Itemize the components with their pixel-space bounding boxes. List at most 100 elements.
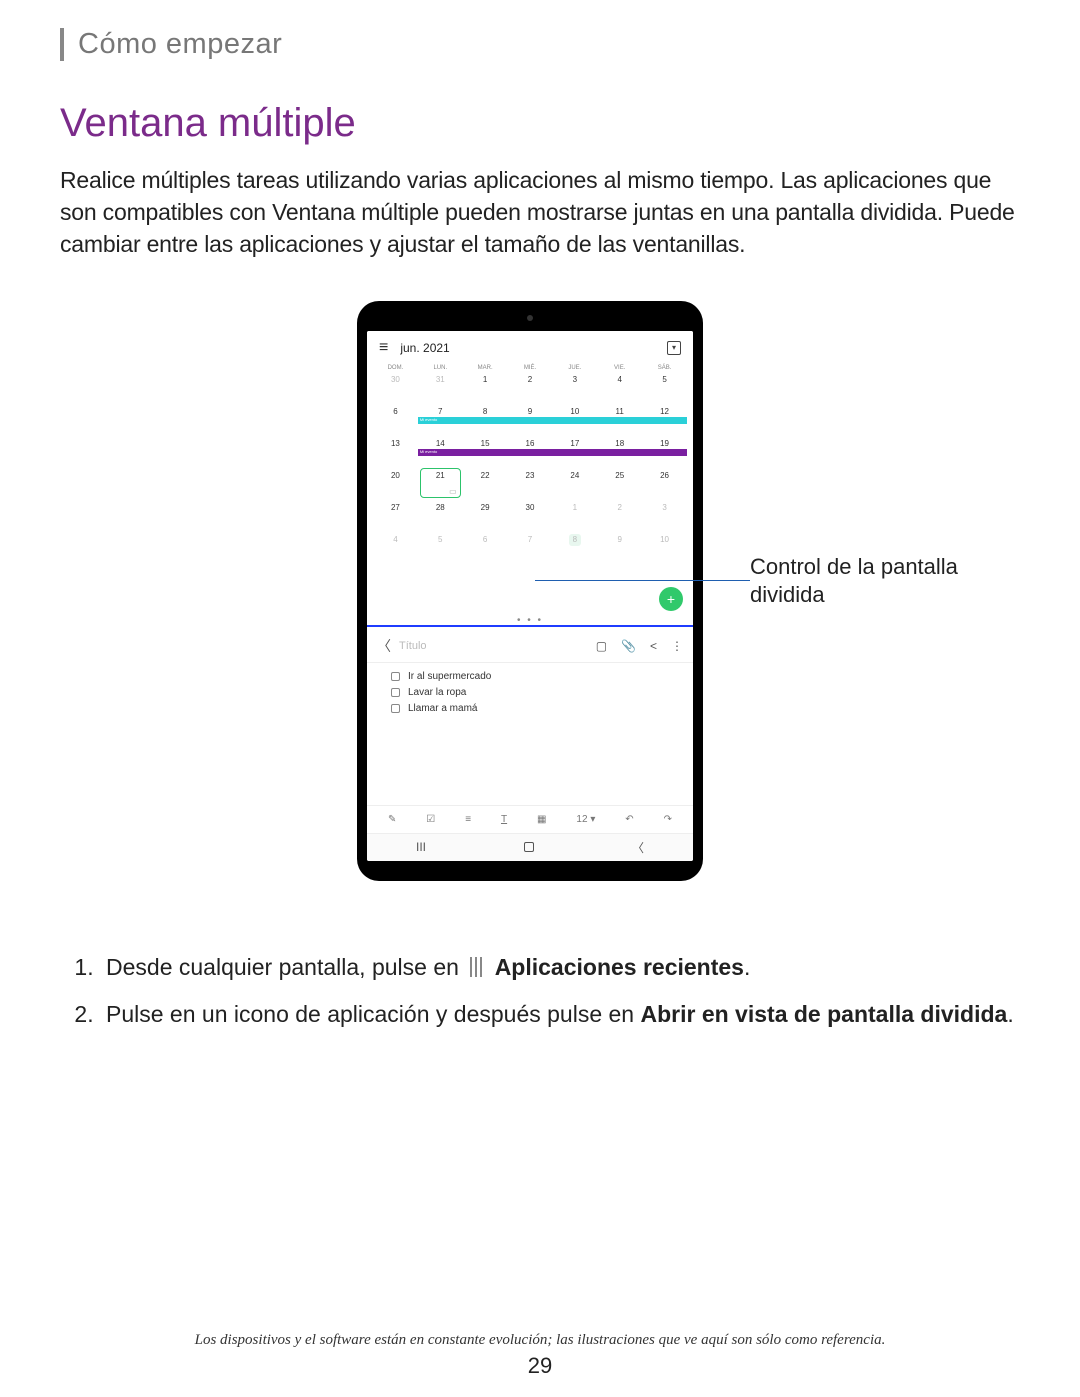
calendar-dow: VIE. <box>597 365 642 371</box>
calendar-cell[interactable]: 10 <box>642 533 687 563</box>
calendar-cell[interactable]: 27 <box>373 501 418 531</box>
calendar-cell[interactable]: 25 <box>597 469 642 499</box>
calendar-dow: LUN. <box>418 365 463 371</box>
checkbox-icon[interactable]: ☑ <box>426 814 435 825</box>
draw-icon[interactable]: ✎ <box>388 814 396 825</box>
calendar-cell[interactable]: 28 <box>418 501 463 531</box>
calendar-dow: SÁB. <box>642 365 687 371</box>
calendar-cell[interactable]: 18 <box>597 437 642 467</box>
tablet-camera <box>527 315 533 321</box>
grid-icon[interactable]: ▦ <box>537 814 546 825</box>
chapter-title: Cómo empezar <box>78 28 282 61</box>
calendar-month[interactable]: jun. 2021 <box>400 341 449 355</box>
calendar-cell[interactable]: 4 <box>597 373 642 403</box>
calendar-dow: DOM. <box>373 365 418 371</box>
calendar-cell[interactable]: 24 <box>552 469 597 499</box>
calendar-cell[interactable]: 31 <box>418 373 463 403</box>
callout-leader <box>535 580 750 582</box>
calendar-dow-row: DOM.LUN.MAR.MIÉ.JUE.VIE.SÁB. <box>367 361 693 373</box>
calendar-cell[interactable]: 5 <box>418 533 463 563</box>
more-icon[interactable]: ⋮ <box>671 639 683 653</box>
calendar-cell[interactable]: 7 <box>508 533 553 563</box>
step-1: Desde cualquier pantalla, pulse en Aplic… <box>100 951 1020 984</box>
calendar-cell[interactable]: 8 <box>552 533 597 563</box>
calendar-cell[interactable]: 15 <box>463 437 508 467</box>
callout-label: Control de la pantalla dividida <box>750 553 1020 610</box>
redo-icon[interactable]: ↷ <box>664 814 672 825</box>
notes-item[interactable]: Ir al supermercado <box>391 671 685 682</box>
calendar-cell[interactable]: 7Mi evento <box>418 405 463 435</box>
hamburger-icon[interactable]: ≡ <box>379 339 388 357</box>
calendar-cell[interactable]: 4 <box>373 533 418 563</box>
calendar-cell[interactable]: 13 <box>373 437 418 467</box>
calendar-cell[interactable]: 23 <box>508 469 553 499</box>
checkbox-icon[interactable] <box>391 688 400 697</box>
intro-paragraph: Realice múltiples tareas utilizando vari… <box>60 164 1020 261</box>
calendar-cell[interactable]: 16 <box>508 437 553 467</box>
calendar-cell[interactable]: 8 <box>463 405 508 435</box>
calendar-cell[interactable]: 19 <box>642 437 687 467</box>
calendar-cell[interactable]: 30 <box>373 373 418 403</box>
calendar-header: ≡ jun. 2021 ▾ <box>367 331 693 361</box>
back-icon[interactable]: 〈 <box>377 636 391 656</box>
checkbox-icon[interactable] <box>391 704 400 713</box>
calendar-cell[interactable]: 11 <box>597 405 642 435</box>
steps-list: Desde cualquier pantalla, pulse en Aplic… <box>60 951 1020 1032</box>
calendar-dow: MIÉ. <box>508 365 553 371</box>
notes-item-text: Lavar la ropa <box>408 687 466 698</box>
step-2-text-a: Pulse en un icono de aplicación y despué… <box>106 1001 640 1027</box>
calendar-cell[interactable]: 26 <box>642 469 687 499</box>
figure: ≡ jun. 2021 ▾ DOM.LUN.MAR.MIÉ.JUE.VIE.SÁ… <box>60 301 1020 901</box>
back-nav-icon[interactable]: 〈 <box>632 839 644 856</box>
calendar-cell[interactable]: 21▭ <box>418 469 463 499</box>
calendar-cell[interactable]: 5 <box>642 373 687 403</box>
calendar-cell[interactable]: 10 <box>552 405 597 435</box>
calendar-cell[interactable]: 22 <box>463 469 508 499</box>
today-icon[interactable]: ▾ <box>667 341 681 355</box>
calendar-cell[interactable]: 14Mi evento <box>418 437 463 467</box>
add-event-fab[interactable]: + <box>659 587 683 611</box>
recents-nav-icon[interactable]: III <box>416 840 426 854</box>
notes-list: Ir al supermercado Lavar la ropa Llamar a … <box>367 663 693 714</box>
home-nav-icon[interactable] <box>524 842 534 852</box>
calendar-cell[interactable]: 20 <box>373 469 418 499</box>
chapter-header: Cómo empezar <box>60 28 1020 61</box>
calendar-dow: JUE. <box>552 365 597 371</box>
font-size[interactable]: 12 ▾ <box>576 814 595 825</box>
calendar-app: ≡ jun. 2021 ▾ DOM.LUN.MAR.MIÉ.JUE.VIE.SÁ… <box>367 331 693 617</box>
notes-item-text: Ir al supermercado <box>408 671 491 682</box>
calendar-cell[interactable]: 6 <box>463 533 508 563</box>
calendar-cell[interactable]: 3 <box>552 373 597 403</box>
calendar-cell[interactable]: 9 <box>597 533 642 563</box>
calendar-cell[interactable]: 6 <box>373 405 418 435</box>
align-icon[interactable]: ≡ <box>465 814 471 825</box>
reader-icon[interactable]: ▢ <box>596 639 607 653</box>
calendar-cell[interactable]: 3 <box>642 501 687 531</box>
calendar-cell[interactable]: 2 <box>508 373 553 403</box>
step-2-period: . <box>1007 1001 1013 1027</box>
split-handle[interactable]: • • • <box>367 617 693 625</box>
calendar-cell[interactable]: 30 <box>508 501 553 531</box>
calendar-cell[interactable]: 1 <box>463 373 508 403</box>
page-title: Ventana múltiple <box>60 101 1020 146</box>
calendar-cell[interactable]: 29 <box>463 501 508 531</box>
system-navbar: III 〈 <box>367 833 693 861</box>
calendar-cell[interactable]: 2 <box>597 501 642 531</box>
recents-icon <box>467 957 485 977</box>
calendar-cell[interactable]: 17 <box>552 437 597 467</box>
text-icon[interactable]: T <box>501 814 507 825</box>
notes-item[interactable]: Lavar la ropa <box>391 687 685 698</box>
attach-icon[interactable]: 📎 <box>621 639 636 653</box>
calendar-cell[interactable]: 12 <box>642 405 687 435</box>
calendar-cell[interactable]: 1 <box>552 501 597 531</box>
share-icon[interactable]: < <box>650 639 657 653</box>
checkbox-icon[interactable] <box>391 672 400 681</box>
undo-icon[interactable]: ↶ <box>625 814 633 825</box>
notes-item[interactable]: Llamar a mamá <box>391 703 685 714</box>
calendar-cell[interactable]: 9 <box>508 405 553 435</box>
notes-title-input[interactable]: Título <box>399 640 427 652</box>
notes-format-toolbar: ✎ ☑ ≡ T ▦ 12 ▾ ↶ ↷ <box>367 805 693 833</box>
notes-app: 〈 Título ▢ 📎 < ⋮ Ir al supermercado Lavar… <box>367 628 693 833</box>
chapter-accent-bar <box>60 28 64 61</box>
step-1-text-a: Desde cualquier pantalla, pulse en <box>106 954 459 980</box>
